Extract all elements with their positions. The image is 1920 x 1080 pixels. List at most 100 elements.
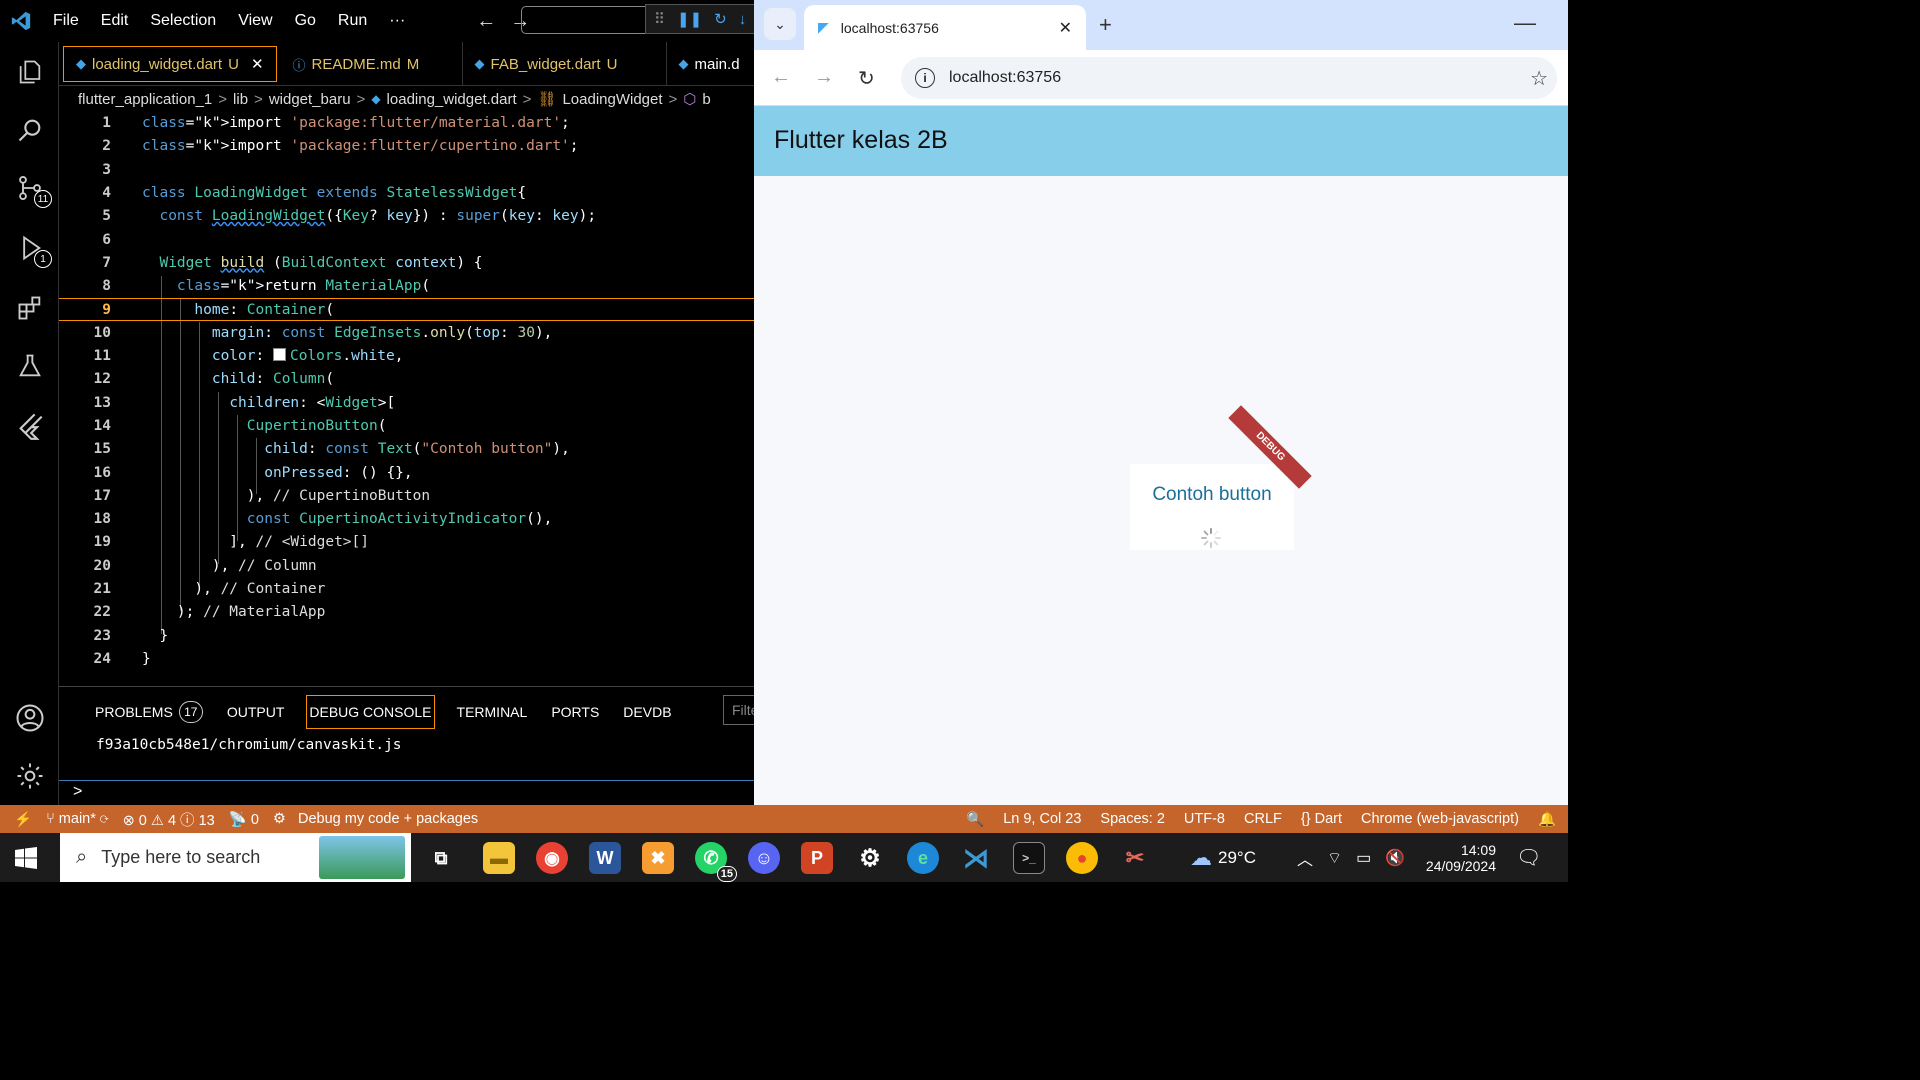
clock[interactable]: 14:09 24/09/2024	[1416, 833, 1496, 882]
tab-fab-widget[interactable]: ◆ FAB_widget.dart U	[463, 42, 667, 86]
tab-terminal[interactable]: TERMINAL	[445, 695, 540, 729]
reload-icon[interactable]: ↻	[858, 66, 875, 91]
code-line[interactable]: 3	[59, 159, 754, 182]
menu-view[interactable]: View	[227, 0, 283, 42]
file-explorer-icon[interactable]: ▬	[483, 842, 515, 874]
explorer-icon[interactable]	[12, 54, 48, 90]
tab-devdb[interactable]: DEVDB	[611, 695, 683, 729]
zoom-icon[interactable]: 🔍	[966, 811, 984, 828]
code-line[interactable]: 2 class="k">import 'package:flutter/cuper…	[59, 135, 754, 158]
menu-more[interactable]: ···	[378, 0, 416, 42]
bookmark-star-icon[interactable]: ☆	[1530, 66, 1548, 91]
code-line[interactable]: 19 ], // <Widget>[]	[59, 531, 754, 554]
code-line[interactable]: 1 class="k">import 'package:flutter/mater…	[59, 112, 754, 135]
encoding[interactable]: UTF-8	[1184, 811, 1225, 827]
menu-run[interactable]: Run	[327, 0, 378, 42]
device-selector[interactable]: Chrome (web-javascript)	[1361, 811, 1519, 827]
new-tab-plus-icon[interactable]: +	[1099, 12, 1112, 38]
code-line[interactable]: 16 onPressed: () {},	[59, 462, 754, 485]
search-icon[interactable]	[12, 112, 48, 148]
site-info-icon[interactable]: i	[915, 68, 935, 88]
pause-icon[interactable]: ❚❚	[677, 10, 702, 28]
breadcrumb-item[interactable]: lib	[233, 91, 248, 108]
code-line[interactable]: 8 class="k">return MaterialApp(	[59, 275, 754, 298]
command-center[interactable]	[521, 6, 661, 34]
step-into-icon[interactable]: ↓	[739, 11, 747, 28]
code-line[interactable]: 5 const LoadingWidget({Key? key}) : supe…	[59, 205, 754, 228]
run-debug-icon[interactable]: 1	[12, 230, 52, 268]
indentation[interactable]: Spaces: 2	[1100, 811, 1165, 827]
code-line[interactable]: 21 ), // Container	[59, 578, 754, 601]
back-arrow-icon[interactable]: ←	[771, 66, 791, 89]
menu-file[interactable]: File	[42, 0, 90, 42]
branch-status[interactable]: ⑂ main* ⟳	[46, 811, 109, 827]
problems-status[interactable]: ⊗ 0 ⚠ 4 ⓘ 13	[123, 809, 215, 830]
weather-widget[interactable]: ☁ 29°C	[1190, 833, 1256, 882]
code-line[interactable]: 6	[59, 229, 754, 252]
bell-icon[interactable]: 🔔	[1538, 811, 1556, 828]
whatsapp-icon[interactable]: ✆ 15	[695, 842, 737, 882]
code-line[interactable]: 24}	[59, 648, 754, 671]
tab-ports[interactable]: PORTS	[539, 695, 611, 729]
edge-icon[interactable]: e	[907, 842, 939, 874]
code-line[interactable]: 12 child: Column(	[59, 368, 754, 391]
breadcrumb-item[interactable]: flutter_application_1	[78, 91, 212, 108]
code-line[interactable]: 4 class LoadingWidget extends StatelessWi…	[59, 182, 754, 205]
word-icon[interactable]: W	[589, 842, 621, 874]
code-line[interactable]: 17 ), // CupertinoButton	[59, 485, 754, 508]
breadcrumb-item[interactable]: loading_widget.dart	[387, 91, 517, 108]
chrome-icon[interactable]: ●	[1066, 842, 1098, 874]
close-icon[interactable]: ✕	[251, 55, 264, 73]
volume-muted-icon[interactable]: 🔇	[1385, 848, 1405, 868]
account-icon[interactable]	[12, 700, 48, 736]
contoh-button[interactable]: Contoh button	[1130, 484, 1294, 506]
taskbar-search-box[interactable]: ⌕ Type here to search	[60, 833, 411, 882]
code-line[interactable]: 18 const CupertinoActivityIndicator(),	[59, 508, 754, 531]
address-bar[interactable]: i localhost:63756	[901, 57, 1557, 99]
debug-console-input[interactable]: >	[59, 780, 754, 806]
tab-output[interactable]: OUTPUT	[215, 695, 297, 729]
discord-icon[interactable]: ☺	[748, 842, 780, 874]
extensions-icon[interactable]	[12, 290, 48, 326]
code-line[interactable]: 11 color: Colors.white,	[59, 345, 754, 368]
powerpoint-icon[interactable]: P	[801, 842, 833, 874]
language-mode[interactable]: {} Dart	[1301, 811, 1342, 827]
task-view-icon[interactable]: ⧉	[425, 842, 457, 874]
tab-problems[interactable]: PROBLEMS 17	[83, 695, 215, 729]
breadcrumb-item[interactable]: widget_baru	[269, 91, 351, 108]
debug-config-status[interactable]: ⚙ Debug my code + packages	[273, 811, 478, 827]
breadcrumb-item[interactable]: b	[702, 91, 710, 108]
source-control-icon[interactable]: 11	[12, 170, 52, 208]
vscode-taskbar-icon[interactable]: ⋊	[960, 842, 992, 874]
terminal-icon[interactable]: >_	[1013, 842, 1045, 874]
battery-icon[interactable]: ▭	[1356, 848, 1371, 868]
code-line[interactable]: 10 margin: const EdgeInsets.only(top: 30…	[59, 322, 754, 345]
chrome-profile-icon[interactable]: ◉	[536, 842, 568, 874]
code-line[interactable]: 7 Widget build (BuildContext context) {	[59, 252, 754, 275]
step-over-icon[interactable]: ↻	[714, 10, 727, 28]
menu-edit[interactable]: Edit	[90, 0, 140, 42]
menu-selection[interactable]: Selection	[139, 0, 227, 42]
code-line[interactable]: 20 ), // Column	[59, 555, 754, 578]
code-line[interactable]: 13 children: <Widget>[	[59, 392, 754, 415]
settings-gear-icon[interactable]: ⚙	[854, 842, 886, 874]
menu-go[interactable]: Go	[284, 0, 327, 42]
code-line[interactable]: 9 home: Container(	[59, 298, 754, 322]
browser-tab[interactable]: ◤ localhost:63756 ✕	[804, 5, 1086, 50]
wifi-icon[interactable]: ⌔	[1327, 848, 1342, 868]
flutter-icon[interactable]	[12, 408, 48, 444]
snipping-tool-icon[interactable]: ✂	[1119, 842, 1151, 874]
remote-icon[interactable]: ⚡	[14, 811, 32, 828]
settings-gear-icon[interactable]	[12, 758, 48, 794]
ports-status[interactable]: 📡 0	[229, 811, 259, 828]
end-of-line[interactable]: CRLF	[1244, 811, 1282, 827]
cursor-position[interactable]: Ln 9, Col 23	[1003, 811, 1081, 827]
windows-start-icon[interactable]	[14, 846, 38, 870]
notifications-icon[interactable]: 🗨	[1516, 833, 1541, 882]
close-tab-icon[interactable]: ✕	[1059, 18, 1072, 38]
tab-debug-console[interactable]: DEBUG CONSOLE	[306, 695, 435, 729]
code-line[interactable]: 22 ); // MaterialApp	[59, 601, 754, 624]
code-line[interactable]: 23 }	[59, 625, 754, 648]
code-line[interactable]: 14 CupertinoButton(	[59, 415, 754, 438]
tab-readme[interactable]: ⓘ README.md M	[281, 42, 463, 86]
